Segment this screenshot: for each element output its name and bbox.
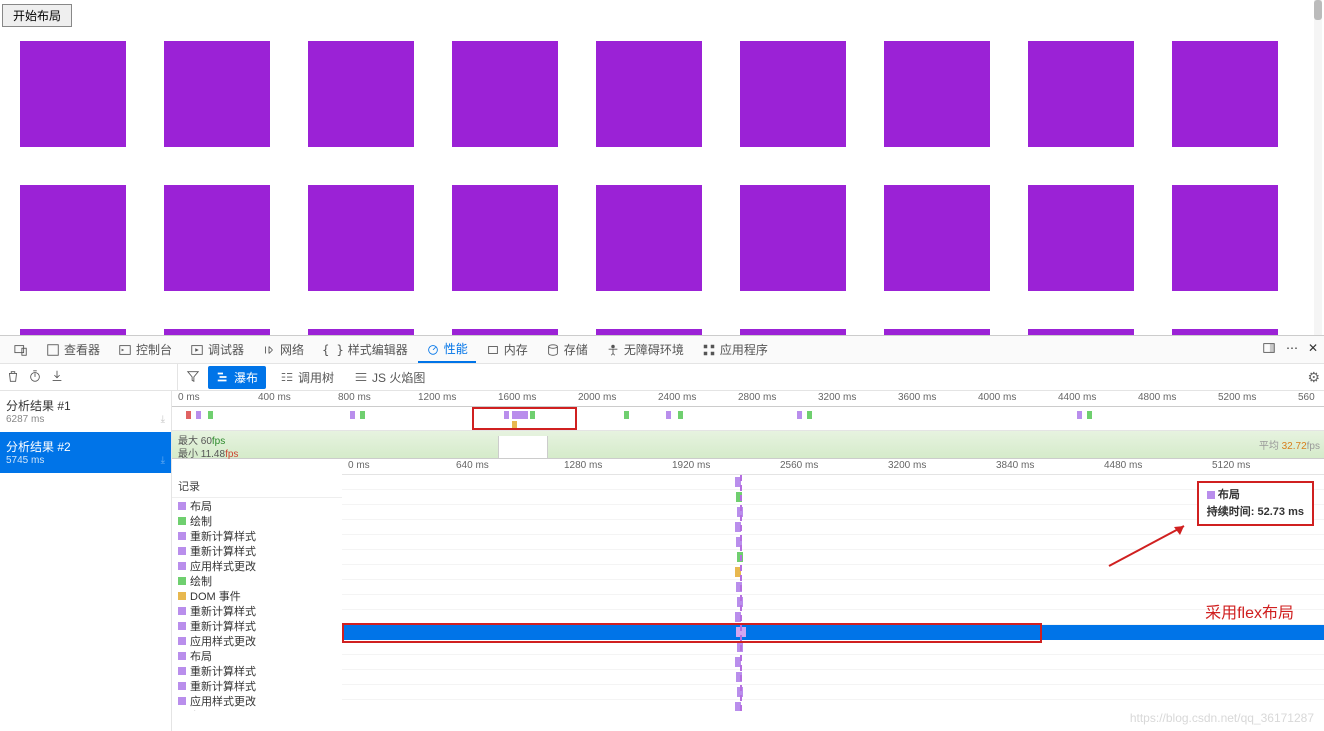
waterfall[interactable]: 0 ms640 ms1280 ms1920 ms2560 ms3200 ms38… bbox=[172, 459, 1324, 711]
waterfall-row[interactable]: 绘制 bbox=[172, 513, 342, 528]
grid-box bbox=[884, 185, 990, 291]
waterfall-row[interactable]: 重新计算样式 bbox=[172, 603, 342, 618]
save-icon[interactable]: ⤓ bbox=[161, 414, 165, 425]
waterfall-row[interactable]: 布局 bbox=[172, 648, 342, 663]
waterfall-row[interactable]: 重新计算样式 bbox=[172, 618, 342, 633]
waterfall-row[interactable]: 重新计算样式 bbox=[172, 678, 342, 693]
stopwatch-icon[interactable] bbox=[28, 369, 42, 386]
tab-style-editor[interactable]: { }样式编辑器 bbox=[314, 337, 416, 362]
grid-box bbox=[452, 329, 558, 335]
grid-box bbox=[884, 41, 990, 147]
grid-box bbox=[308, 41, 414, 147]
annotation-text: 采用flex布局 bbox=[1205, 599, 1294, 623]
gear-icon[interactable]: ⚙ bbox=[1307, 369, 1320, 386]
grid-box bbox=[596, 185, 702, 291]
grid-box bbox=[1172, 185, 1278, 291]
annotation-box bbox=[472, 407, 577, 430]
view-waterfall[interactable]: 瀑布 bbox=[208, 366, 266, 389]
grid-box bbox=[884, 329, 990, 335]
grid-box bbox=[596, 329, 702, 335]
waterfall-row[interactable]: 绘制 bbox=[172, 573, 342, 588]
waterfall-row[interactable]: 布局 bbox=[172, 498, 342, 513]
results-list: 分析结果 #1 6287 ms⤓ 分析结果 #2 5745 ms⤓ bbox=[0, 391, 172, 731]
overview-strip[interactable] bbox=[172, 407, 1324, 431]
grid-box bbox=[308, 185, 414, 291]
more-icon[interactable]: ⋯ bbox=[1286, 341, 1298, 358]
tab-performance[interactable]: 性能 bbox=[418, 336, 476, 363]
result-item-1[interactable]: 分析结果 #1 6287 ms⤓ bbox=[0, 391, 171, 432]
grid-box bbox=[164, 41, 270, 147]
trash-icon[interactable] bbox=[6, 369, 20, 386]
result-title: 分析结果 #1 bbox=[6, 397, 165, 414]
responsive-toggle-icon[interactable] bbox=[6, 339, 36, 361]
view-flame[interactable]: JS 火焰图 bbox=[348, 366, 431, 389]
waterfall-row[interactable]: 应用样式更改 bbox=[172, 633, 342, 648]
grid-box bbox=[1028, 329, 1134, 335]
page-scrollbar[interactable] bbox=[1314, 0, 1322, 335]
view-call-tree[interactable]: 调用树 bbox=[274, 366, 340, 389]
filter-icon[interactable] bbox=[186, 369, 200, 386]
annotation-arrow bbox=[1104, 521, 1194, 571]
grid-box bbox=[20, 329, 126, 335]
tab-inspector[interactable]: 查看器 bbox=[38, 337, 108, 362]
devtools-tabbar: 查看器 控制台 调试器 网络 { }样式编辑器 性能 内存 存储 无障碍环境 应… bbox=[0, 335, 1324, 363]
grid-box bbox=[596, 41, 702, 147]
perf-toolbar: 瀑布 调用树 JS 火焰图 ⚙ bbox=[0, 363, 1324, 391]
grid-box bbox=[164, 329, 270, 335]
perf-main: 分析结果 #1 6287 ms⤓ 分析结果 #2 5745 ms⤓ 0 ms40… bbox=[0, 391, 1324, 731]
dock-side-icon[interactable] bbox=[1262, 341, 1276, 358]
records-header: 记录 bbox=[172, 475, 342, 498]
grid-box bbox=[1028, 41, 1134, 147]
tab-application[interactable]: 应用程序 bbox=[694, 337, 776, 362]
tab-network[interactable]: 网络 bbox=[254, 337, 312, 362]
grid-box bbox=[308, 329, 414, 335]
waterfall-row[interactable]: 应用样式更改 bbox=[172, 558, 342, 573]
fps-band[interactable]: 最大 60fps 最小 11.48fps 平均 32.72fps bbox=[172, 431, 1324, 459]
playhead-line bbox=[740, 475, 742, 711]
grid-box bbox=[740, 185, 846, 291]
save-icon[interactable]: ⤓ bbox=[161, 455, 165, 466]
grid-box bbox=[452, 185, 558, 291]
import-icon[interactable] bbox=[50, 369, 64, 386]
tab-storage[interactable]: 存储 bbox=[538, 337, 596, 362]
grid-box bbox=[740, 329, 846, 335]
waterfall-row[interactable]: 重新计算样式 bbox=[172, 543, 342, 558]
perf-right: 0 ms400 ms800 ms1200 ms1600 ms2000 ms240… bbox=[172, 391, 1324, 731]
box-grid bbox=[0, 31, 1324, 335]
grid-box bbox=[1172, 41, 1278, 147]
annotation-box bbox=[342, 623, 1042, 643]
grid-box bbox=[1028, 185, 1134, 291]
waterfall-row[interactable]: 布局 bbox=[172, 708, 342, 711]
start-layout-button[interactable]: 开始布局 bbox=[2, 4, 72, 27]
close-icon[interactable]: ✕ bbox=[1308, 341, 1318, 358]
grid-box bbox=[1172, 329, 1278, 335]
grid-box bbox=[164, 185, 270, 291]
tab-accessibility[interactable]: 无障碍环境 bbox=[598, 337, 692, 362]
result-title: 分析结果 #2 bbox=[6, 438, 165, 455]
tab-debugger[interactable]: 调试器 bbox=[182, 337, 252, 362]
rendered-page: 开始布局 bbox=[0, 0, 1324, 335]
waterfall-row[interactable]: 应用样式更改 bbox=[172, 693, 342, 708]
grid-box bbox=[20, 185, 126, 291]
tab-console[interactable]: 控制台 bbox=[110, 337, 180, 362]
waterfall-row[interactable]: 重新计算样式 bbox=[172, 663, 342, 678]
grid-box bbox=[740, 41, 846, 147]
grid-box bbox=[452, 41, 558, 147]
waterfall-row[interactable]: DOM 事件 bbox=[172, 588, 342, 603]
grid-box bbox=[20, 41, 126, 147]
timeline-ruler[interactable]: 0 ms400 ms800 ms1200 ms1600 ms2000 ms240… bbox=[172, 391, 1324, 407]
waterfall-row[interactable]: 重新计算样式 bbox=[172, 528, 342, 543]
tab-memory[interactable]: 内存 bbox=[478, 337, 536, 362]
result-item-2[interactable]: 分析结果 #2 5745 ms⤓ bbox=[0, 432, 171, 473]
event-tooltip: 布局 持续时间: 52.73 ms bbox=[1197, 481, 1314, 526]
